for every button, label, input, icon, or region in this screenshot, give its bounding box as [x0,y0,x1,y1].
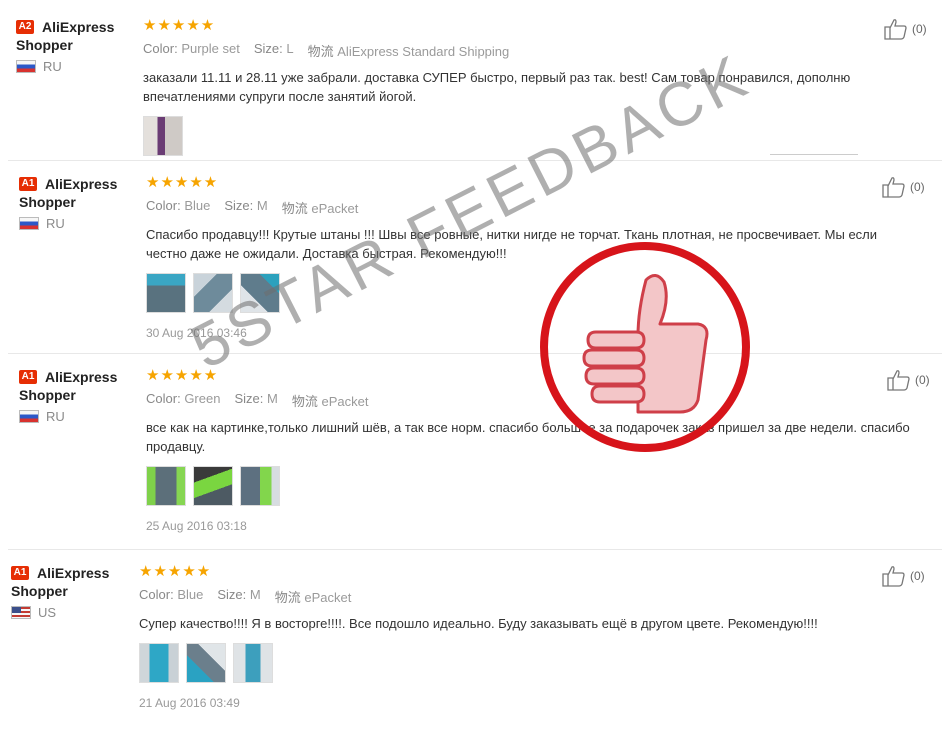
buyer-level-badge: A1 [19,370,37,384]
buyer-level-badge: A1 [19,177,37,191]
shipping-value: ePacket [321,394,369,409]
review-photo-thumbnail[interactable] [146,273,186,313]
thumbs-up-icon [887,370,910,391]
size-value: M [256,198,268,213]
thumbs-up-icon [882,177,905,198]
review-photo-thumbnail[interactable] [240,273,280,313]
ru-flag-icon [19,217,39,230]
shipping-value: AliExpress Standard Shipping [337,44,510,59]
size-value: L [286,41,294,56]
review-date: 30 Aug 2016 03:46 [146,326,247,340]
us-flag-icon [11,606,31,619]
reviewer-name[interactable]: AliExpress [42,19,114,35]
shipping-label: 物流 [281,201,308,216]
shipping-value: ePacket [311,201,359,216]
reviewer-country: RU [43,59,62,74]
shipping-label: 物流 [274,590,301,605]
star-rating: ★★★★★ [146,367,219,384]
review-body: ★★★★★ Color: Purple set Size: L 物流 AliEx… [143,17,913,156]
review-body: ★★★★★ Color: Blue Size: M 物流 ePacket Суп… [139,563,909,710]
reviewer-country: RU [46,409,65,424]
ru-flag-icon [19,410,39,423]
review-photo-thumbnail[interactable] [193,466,233,506]
review-text: заказали 11.11 и 28.11 уже забрали. дост… [143,70,851,104]
ru-flag-icon [16,60,36,73]
review-text: все как на картинке,только лишний шёв, а… [146,420,910,454]
reviewer-info: A1 AliExpress Shopper US [11,565,136,620]
reviewer-name-line2: Shopper [11,583,68,599]
color-label: Color: [146,391,181,406]
reviewer-info: A1 AliExpress Shopper RU [19,369,144,424]
color-label: Color: [143,41,178,56]
color-value: Blue [184,198,211,213]
review-photo-thumbnail[interactable] [139,643,179,683]
reviewer-name[interactable]: AliExpress [37,565,109,581]
shipping-label: 物流 [307,44,334,59]
star-rating: ★★★★★ [143,17,216,34]
reviewer-info: A2 AliExpress Shopper RU [16,19,141,74]
review-photo-thumbnail[interactable] [186,643,226,683]
reviewer-country: RU [46,216,65,231]
star-rating: ★★★★★ [139,563,212,580]
reviewer-name[interactable]: AliExpress [45,176,117,192]
color-value: Purple set [181,41,240,56]
reviewer-name-line2: Shopper [19,387,76,403]
shipping-value: ePacket [304,590,352,605]
review-photos [146,273,916,313]
reviewer-name[interactable]: AliExpress [45,369,117,385]
review-body: ★★★★★ Color: Blue Size: M 物流 ePacket Спа… [146,174,916,340]
size-label: Size: [224,198,254,213]
size-label: Size: [217,587,247,602]
order-info: Color: Purple set Size: L 物流 AliExpress … [143,41,913,60]
color-label: Color: [146,198,181,213]
helpful-button[interactable]: (0) [882,176,925,198]
buyer-level-badge: A1 [11,566,29,580]
color-value: Blue [177,587,204,602]
review-photo-thumbnail[interactable] [146,466,186,506]
shipping-label: 物流 [291,394,318,409]
helpful-button[interactable]: (0) [884,18,927,40]
helpful-count: (0) [912,22,927,36]
review-photo-thumbnail[interactable] [193,273,233,313]
thumbs-up-icon [882,566,905,587]
buyer-level-badge: A2 [16,20,34,34]
size-value: M [249,587,261,602]
review-photos [146,466,916,506]
thumbs-up-icon [884,19,907,40]
reviewer-name-line2: Shopper [19,194,76,210]
reviewer-country: US [38,605,57,620]
review-photos [143,116,913,156]
size-label: Size: [234,391,264,406]
review-body: ★★★★★ Color: Green Size: M 物流 ePacket вс… [146,367,916,533]
order-info: Color: Blue Size: M 物流 ePacket [146,198,916,217]
review-date: 25 Aug 2016 03:18 [146,519,247,533]
review-date: 21 Aug 2016 03:49 [139,696,240,710]
helpful-count: (0) [910,569,925,583]
reviewer-name-line2: Shopper [16,37,73,53]
review-photos [139,643,909,683]
reviewer-info: A1 AliExpress Shopper RU [19,176,144,231]
color-label: Color: [139,587,174,602]
size-value: M [266,391,278,406]
review-photo-thumbnail[interactable] [240,466,280,506]
review-text: Спасибо продавцу!!! Крутые штаны !!! Швы… [146,227,878,261]
helpful-count: (0) [915,373,930,387]
star-rating: ★★★★★ [146,174,219,191]
order-info: Color: Blue Size: M 物流 ePacket [139,587,909,606]
color-value: Green [184,391,221,406]
helpful-count: (0) [910,180,925,194]
order-info: Color: Green Size: M 物流 ePacket [146,391,916,410]
helpful-button[interactable]: (0) [887,369,930,391]
helpful-button[interactable]: (0) [882,565,925,587]
review-photo-thumbnail[interactable] [233,643,273,683]
review-photo-thumbnail[interactable] [143,116,183,156]
review-text: Супер качество!!!! Я в восторге!!!!. Все… [139,616,818,631]
size-label: Size: [253,41,283,56]
